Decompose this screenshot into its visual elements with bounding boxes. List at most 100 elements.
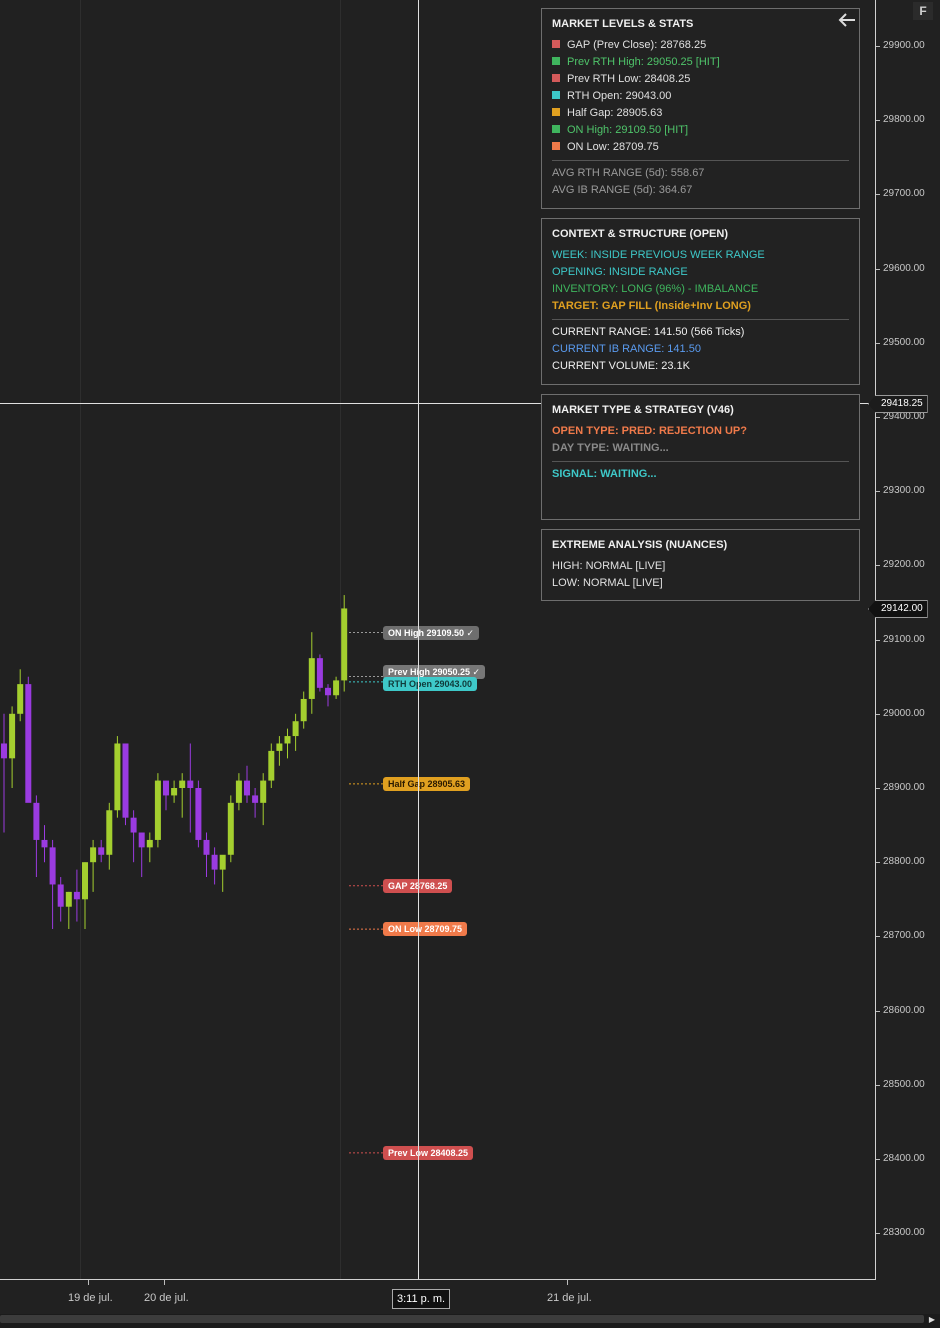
market-level-text: Half Gap: 28905.63 xyxy=(567,107,663,119)
on-low-level-tag: ON Low 28709.75 xyxy=(383,922,468,937)
candle-body xyxy=(17,684,24,714)
rth-open-level-tag: RTH Open 29043.00 xyxy=(383,676,478,691)
market-level-item: ON High: 29109.50 [HIT] xyxy=(552,122,849,139)
avg-ib-range: AVG IB RANGE (5d): 364.67 xyxy=(552,184,693,196)
color-swatch-icon xyxy=(552,74,560,82)
divider xyxy=(552,461,849,462)
extreme-title: EXTREME ANALYSIS (NUANCES) xyxy=(552,539,728,551)
horizontal-scrollbar[interactable]: ▶ xyxy=(0,1314,940,1328)
candle-body xyxy=(25,684,32,803)
candle-body xyxy=(316,658,323,688)
candle-body xyxy=(65,891,72,907)
market-level-item: RTH Open: 29043.00 xyxy=(552,88,849,105)
market-level-item: GAP (Prev Close): 28768.25 xyxy=(552,37,849,54)
price-tick xyxy=(876,1233,880,1235)
price-label: 28900.00 xyxy=(883,782,925,793)
back-arrow-icon[interactable] xyxy=(837,11,859,29)
candle-body xyxy=(138,832,145,848)
price-label: 29000.00 xyxy=(883,707,925,719)
inventory-context: INVENTORY: LONG (96%) - IMBALANCE xyxy=(552,283,759,295)
market-level-text: GAP (Prev Close): 28768.25 xyxy=(567,39,707,51)
divider xyxy=(552,319,849,320)
price-axis[interactable]: 29900.00 29800.00 29700.00 29600.00 29500.00… xyxy=(876,0,940,1280)
on-high-level-tag: ON High 29109.50 ✓ xyxy=(383,625,480,640)
candle-body xyxy=(260,780,267,803)
crosshair-time-tag: 3:11 p. m. xyxy=(392,1289,451,1309)
price-tick xyxy=(876,342,880,344)
candle-body xyxy=(244,780,250,796)
price-label: 28300.00 xyxy=(883,1227,925,1239)
candle-body xyxy=(211,854,218,870)
time-axis-border xyxy=(0,1279,876,1280)
price-tick xyxy=(876,862,880,864)
scroll-right-arrow-icon[interactable]: ▶ xyxy=(926,1314,938,1326)
price-tick xyxy=(876,565,880,567)
opening-context: OPENING: INSIDE RANGE xyxy=(552,266,688,278)
candle-body xyxy=(300,698,307,722)
price-tick xyxy=(876,1159,880,1160)
color-swatch-icon xyxy=(552,91,560,99)
price-label: 28500.00 xyxy=(883,1078,925,1090)
extreme-low: LOW: NORMAL [LIVE] xyxy=(552,577,663,589)
market-type-title: MARKET TYPE & STRATEGY (V46) xyxy=(552,404,734,416)
market-level-item: ON Low: 28709.75 xyxy=(552,139,849,156)
scrollbar-thumb[interactable] xyxy=(0,1315,924,1323)
candle-body xyxy=(203,839,210,855)
price-label: 28800.00 xyxy=(883,856,925,868)
crosshair-price-tag: 29418.25 xyxy=(868,395,928,413)
price-tick xyxy=(876,120,880,122)
current-volume: CURRENT VOLUME: 23.1K xyxy=(552,360,690,372)
date-label-20: 20 de jul. xyxy=(144,1292,189,1304)
candle-body xyxy=(73,891,80,900)
price-label: 29900.00 xyxy=(883,40,925,51)
price-tick xyxy=(876,1010,880,1012)
price-tick xyxy=(876,788,880,789)
market-type-panel: MARKET TYPE & STRATEGY (V46) OPEN TYPE: … xyxy=(541,394,860,520)
color-swatch-icon xyxy=(552,125,560,133)
candle-body xyxy=(268,750,275,781)
price-label: 28700.00 xyxy=(883,930,925,942)
current-range: CURRENT RANGE: 141.50 (566 Ticks) xyxy=(552,326,745,338)
candle-body xyxy=(90,847,97,863)
target-context: TARGET: GAP FILL (Inside+Inv LONG) xyxy=(552,300,751,312)
candle-body xyxy=(82,862,88,900)
candle-body xyxy=(276,743,283,751)
price-label: 29100.00 xyxy=(883,633,925,645)
half-gap-level-tag: Half Gap 28905.63 xyxy=(383,776,471,791)
date-label-19: 19 de jul. xyxy=(68,1292,113,1304)
date-tick xyxy=(567,1280,568,1285)
color-swatch-icon xyxy=(552,40,560,48)
price-label: 29200.00 xyxy=(883,559,925,571)
market-level-text: RTH Open: 29043.00 xyxy=(567,90,672,102)
price-tick xyxy=(876,639,880,641)
last-price-tag: 29142.00 xyxy=(868,600,928,618)
candle-body xyxy=(114,743,121,811)
candle-body xyxy=(292,721,299,737)
candle-body xyxy=(130,817,137,833)
price-label: 29800.00 xyxy=(883,114,925,126)
price-tick xyxy=(876,194,880,196)
price-tick xyxy=(876,936,880,938)
price-label: 29500.00 xyxy=(883,336,925,348)
context-panel: CONTEXT & STRUCTURE (OPEN) WEEK: INSIDE … xyxy=(541,218,860,385)
market-level-text: ON Low: 28709.75 xyxy=(567,141,659,153)
open-type: OPEN TYPE: PRED: REJECTION UP? xyxy=(552,425,747,437)
signal: SIGNAL: WAITING... xyxy=(552,468,657,480)
candle-body xyxy=(154,780,161,840)
market-level-text: Prev RTH Low: 28408.25 xyxy=(567,73,691,85)
price-label: 28400.00 xyxy=(883,1153,925,1164)
market-level-item: Prev RTH High: 29050.25 [HIT] xyxy=(552,54,849,71)
crosshair-vertical xyxy=(418,0,419,1280)
market-level-text: ON High: 29109.50 [HIT] xyxy=(567,124,689,136)
price-tick xyxy=(876,417,880,418)
market-level-text: Prev RTH High: 29050.25 [HIT] xyxy=(567,56,720,68)
f-button[interactable]: F xyxy=(913,2,933,20)
day-type: DAY TYPE: WAITING... xyxy=(552,442,669,454)
candle-body xyxy=(235,780,242,803)
candle-body xyxy=(49,847,56,885)
candle-body xyxy=(98,847,105,855)
current-ib-range: CURRENT IB RANGE: 141.50 xyxy=(552,343,701,355)
week-context: WEEK: INSIDE PREVIOUS WEEK RANGE xyxy=(552,249,765,261)
price-label: 29600.00 xyxy=(883,262,925,274)
candle-body xyxy=(179,780,186,788)
